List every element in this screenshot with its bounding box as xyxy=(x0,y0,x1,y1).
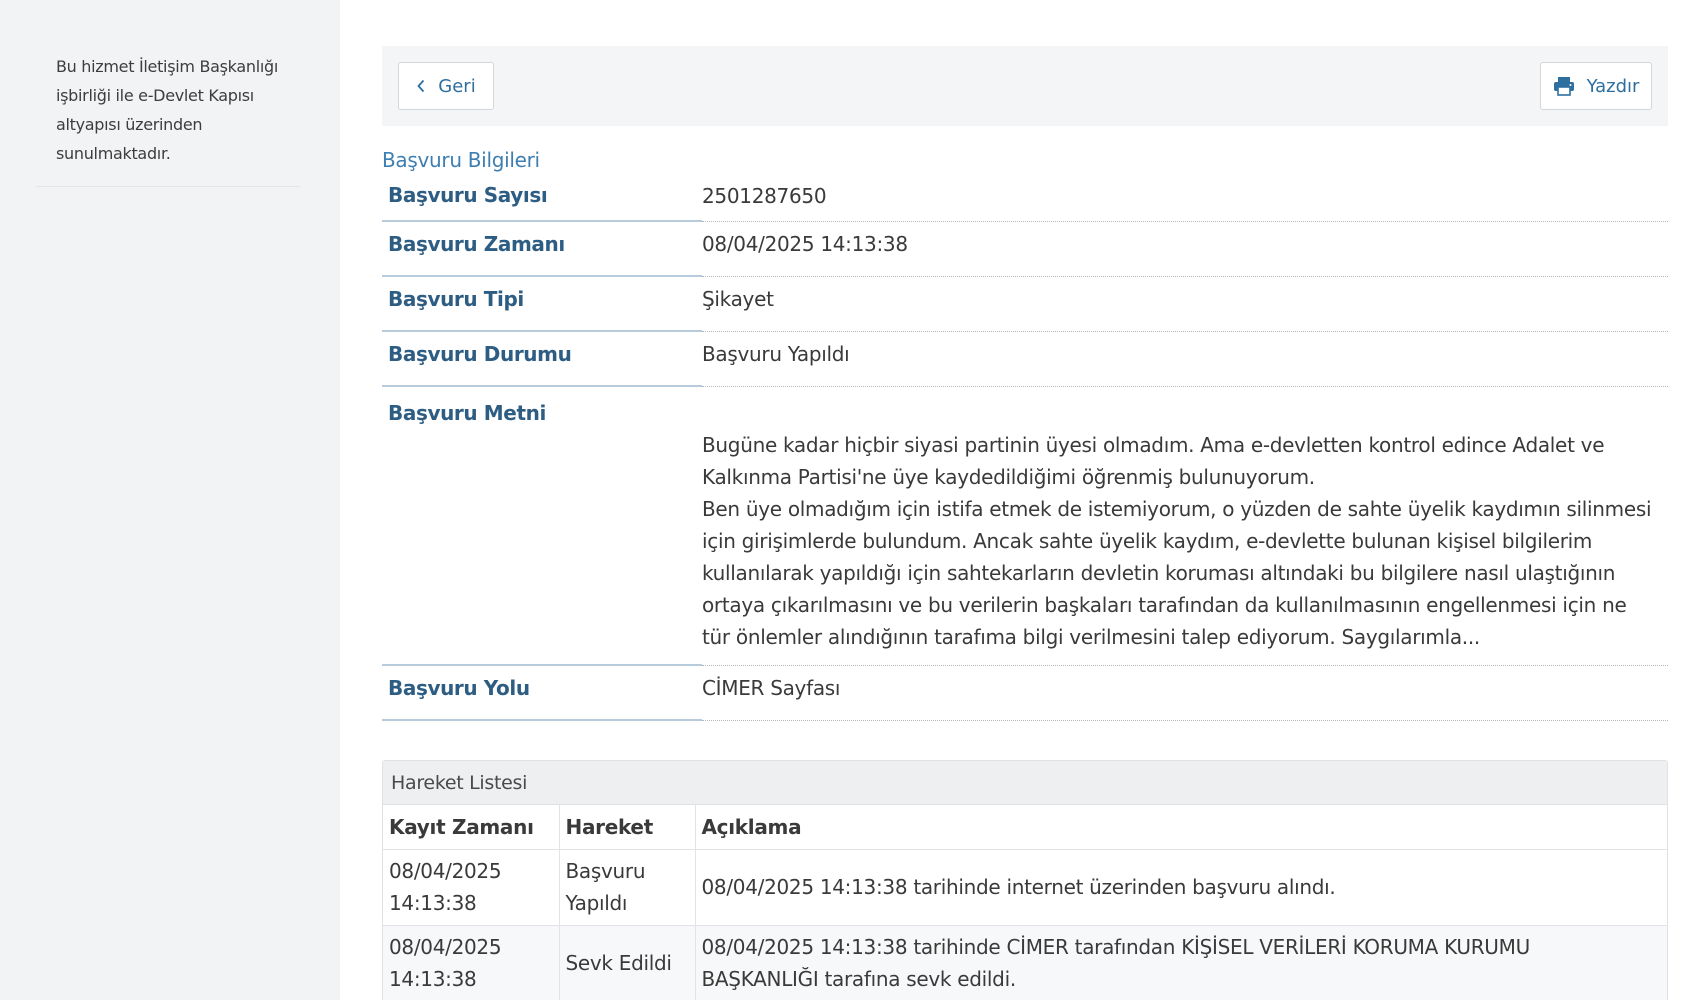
application-info: Başvuru Sayısı 2501287650 Başvuru Zamanı… xyxy=(382,178,1668,721)
back-button-label: Geri xyxy=(438,75,476,97)
info-value: CİMER Sayfası xyxy=(702,666,1668,721)
toolbar: Geri Yazdır xyxy=(382,46,1668,126)
info-row-number: Başvuru Sayısı 2501287650 xyxy=(382,178,1668,222)
description-cell: 08/04/2025 14:13:38 tarihinde internet ü… xyxy=(695,849,1667,926)
movement-table: Kayıt Zamanı Hareket Açıklama 08/04/2025… xyxy=(383,805,1667,1000)
info-label: Başvuru Sayısı xyxy=(382,178,702,222)
column-header: Hareket xyxy=(559,805,696,850)
main-content: Geri Yazdır Başvuru Bilgileri Başvuru Sa… xyxy=(340,0,1700,1000)
action-cell: Başvuru Yapıldı xyxy=(559,849,696,926)
info-value: Şikayet xyxy=(702,277,1668,332)
table-header-row: Kayıt Zamanı Hareket Açıklama xyxy=(383,805,1667,850)
printer-icon xyxy=(1553,77,1574,96)
application-text-paragraph: Bugüne kadar hiçbir siyasi partinin üyes… xyxy=(702,433,1605,489)
info-row-time: Başvuru Zamanı 08/04/2025 14:13:38 xyxy=(382,222,1668,277)
back-button[interactable]: Geri xyxy=(398,62,494,110)
info-row-channel: Başvuru Yolu CİMER Sayfası xyxy=(382,666,1668,721)
info-label: Başvuru Tipi xyxy=(382,277,702,332)
info-label: Başvuru Durumu xyxy=(382,332,702,387)
sidebar-divider xyxy=(36,186,300,187)
record-time: 14:13:38 xyxy=(389,967,477,991)
sidebar: Bu hizmet İletişim Başkanlığı işbirliği … xyxy=(0,0,340,1000)
description-text: 08/04/2025 14:13:38 tarihinde CİMER tara… xyxy=(701,935,1531,959)
info-row-type: Başvuru Tipi Şikayet xyxy=(382,277,1668,332)
column-header: Açıklama xyxy=(695,805,1667,850)
description-text: 08/04/2025 14:13:38 tarihinde internet ü… xyxy=(701,875,1336,899)
info-row-text: Başvuru Metni Bugüne kadar hiçbir siyasi… xyxy=(382,387,1668,666)
info-label: Başvuru Metni xyxy=(382,387,702,666)
info-value: 08/04/2025 14:13:38 xyxy=(702,222,1668,277)
info-value: 2501287650 xyxy=(702,178,1668,222)
info-label: Başvuru Zamanı xyxy=(382,222,702,277)
info-label: Başvuru Yolu xyxy=(382,666,702,721)
movement-list: Hareket Listesi Kayıt Zamanı Hareket Açı… xyxy=(382,760,1668,1000)
description-text: BAŞKANLIĞI tarafına sevk edildi. xyxy=(701,967,1017,991)
info-value: Başvuru Yapıldı xyxy=(702,332,1668,387)
record-time-cell: 08/04/2025 14:13:38 xyxy=(383,925,560,1000)
table-row: 08/04/2025 14:13:38 Sevk Edildi 08/04/20… xyxy=(383,925,1667,1000)
movement-list-title: Hareket Listesi xyxy=(383,761,1667,805)
record-time: 14:13:38 xyxy=(389,891,477,915)
action-text: Yapıldı xyxy=(565,891,628,915)
action-cell: Sevk Edildi xyxy=(559,925,696,1000)
record-date: 08/04/2025 xyxy=(389,859,502,883)
page: Bu hizmet İletişim Başkanlığı işbirliği … xyxy=(0,0,1700,1000)
print-button-label: Yazdır xyxy=(1586,75,1640,97)
action-text: Başvuru xyxy=(565,859,646,883)
table-row: 08/04/2025 14:13:38 Başvuru Yapıldı 08/0… xyxy=(383,849,1667,926)
application-text: Bugüne kadar hiçbir siyasi partinin üyes… xyxy=(702,387,1668,666)
chevron-left-icon xyxy=(417,79,425,93)
column-header: Kayıt Zamanı xyxy=(383,805,560,850)
service-info-note: Bu hizmet İletişim Başkanlığı işbirliği … xyxy=(56,57,278,163)
record-time-cell: 08/04/2025 14:13:38 xyxy=(383,849,560,926)
info-row-status: Başvuru Durumu Başvuru Yapıldı xyxy=(382,332,1668,387)
section-title: Başvuru Bilgileri xyxy=(382,148,540,172)
action-text: Sevk Edildi xyxy=(565,951,672,975)
print-button[interactable]: Yazdır xyxy=(1540,62,1652,110)
record-date: 08/04/2025 xyxy=(389,935,502,959)
description-cell: 08/04/2025 14:13:38 tarihinde CİMER tara… xyxy=(695,925,1667,1000)
application-text-paragraph: Ben üye olmadığım için istifa etmek de i… xyxy=(702,497,1652,649)
